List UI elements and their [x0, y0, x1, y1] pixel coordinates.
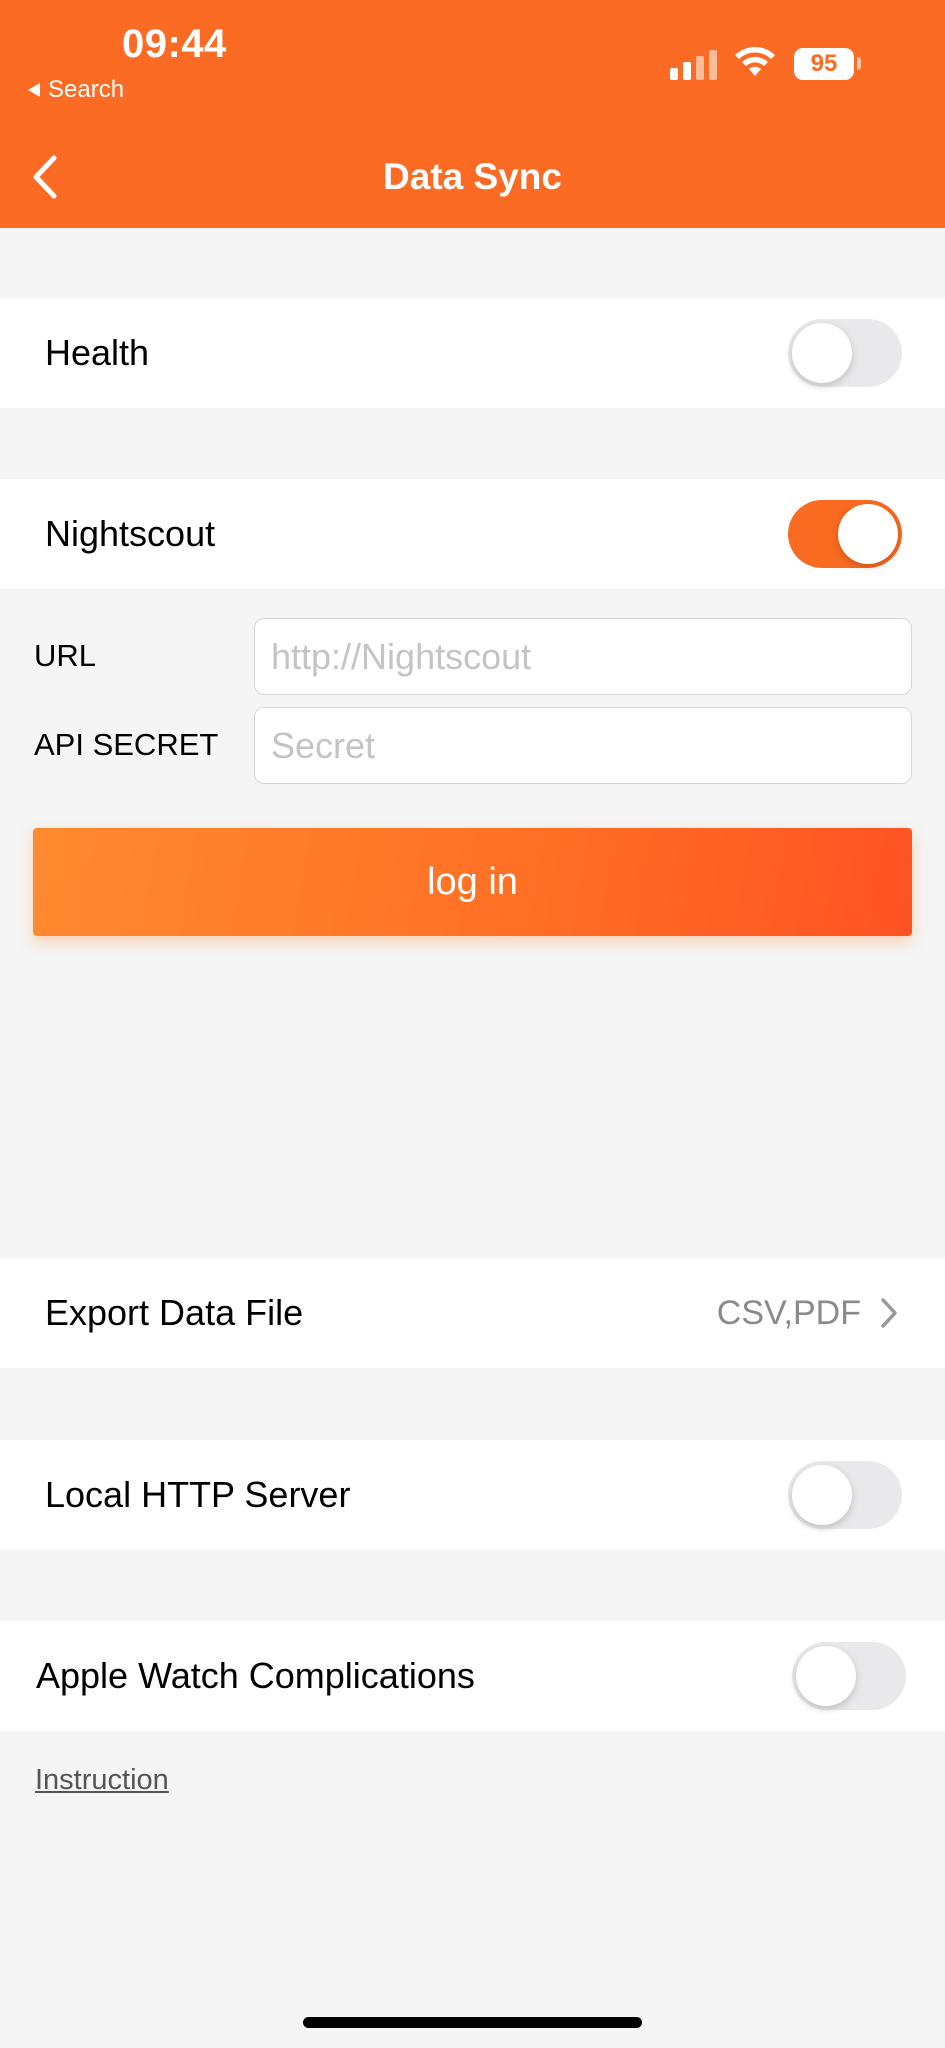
- url-label: URL: [34, 638, 97, 673]
- login-button[interactable]: log in: [33, 828, 912, 936]
- health-row: Health: [0, 298, 945, 408]
- page-title: Data Sync: [383, 156, 562, 197]
- local-http-server-row: Local HTTP Server: [0, 1440, 945, 1550]
- toggle-knob: [792, 1465, 852, 1525]
- status-back-label: Search: [48, 76, 125, 103]
- battery-icon: 95: [794, 48, 854, 80]
- wifi-icon: [735, 47, 775, 76]
- app-header: 09:44 Search 95 Data Sync: [0, 0, 945, 228]
- api-secret-input[interactable]: [254, 707, 912, 784]
- toggle-knob: [796, 1646, 856, 1706]
- export-data-label: Export Data File: [45, 1292, 304, 1333]
- nightscout-label: Nightscout: [45, 513, 216, 554]
- nightscout-row: Nightscout: [0, 479, 945, 589]
- local-http-server-toggle[interactable]: [788, 1461, 902, 1529]
- export-format-value: CSV,PDF: [716, 1293, 861, 1332]
- apple-watch-row: Apple Watch Complications: [0, 1621, 945, 1731]
- apple-watch-toggle[interactable]: [792, 1642, 906, 1710]
- status-back-to-app[interactable]: Search: [28, 76, 124, 104]
- back-triangle-icon: [28, 83, 40, 97]
- apple-watch-label: Apple Watch Complications: [36, 1655, 475, 1696]
- nightscout-toggle[interactable]: [788, 500, 902, 568]
- home-indicator[interactable]: [303, 2017, 642, 2028]
- instruction-link[interactable]: Instruction: [35, 1764, 169, 1797]
- toggle-knob: [838, 504, 898, 564]
- status-time: 09:44: [122, 22, 227, 66]
- api-secret-label: API SECRET: [34, 727, 219, 762]
- export-data-row[interactable]: Export Data File CSV,PDF: [0, 1258, 945, 1368]
- health-label: Health: [45, 332, 150, 373]
- cellular-signal-icon: [670, 48, 718, 80]
- toggle-knob: [792, 323, 852, 383]
- url-input[interactable]: [254, 618, 912, 695]
- health-toggle[interactable]: [788, 319, 902, 387]
- local-http-server-label: Local HTTP Server: [45, 1474, 351, 1515]
- battery-tip: [857, 57, 861, 70]
- chevron-right-icon: [881, 1298, 897, 1328]
